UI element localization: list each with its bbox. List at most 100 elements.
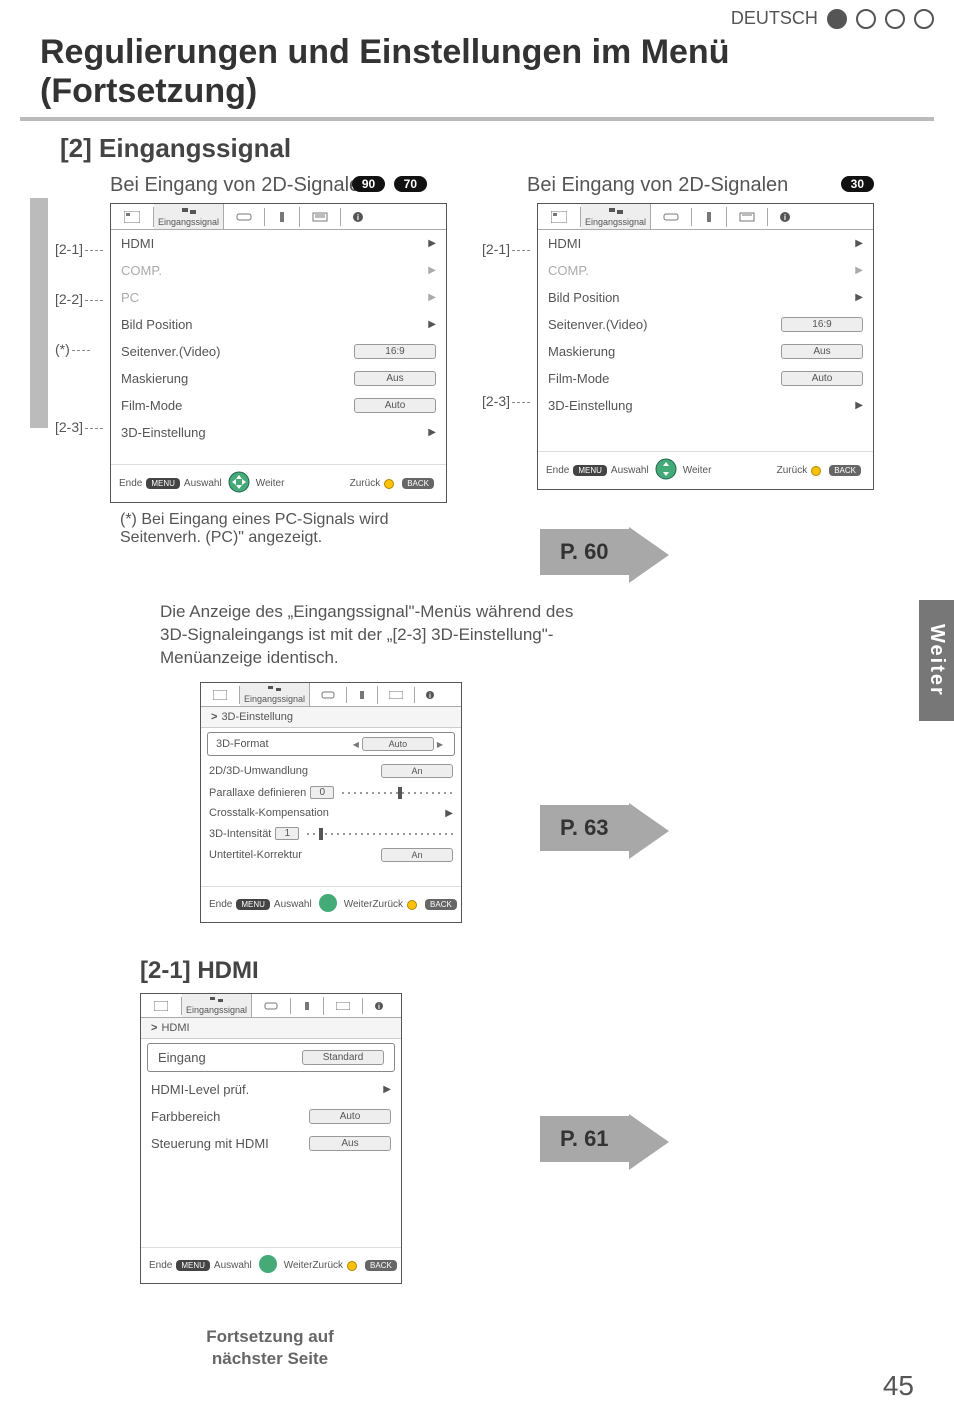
menu-row-hdmi-level[interactable]: HDMI-Level prüf.▶ [141, 1076, 401, 1103]
menu-button[interactable]: MENU [236, 899, 270, 910]
callout-2-2: [2-2] [55, 291, 103, 307]
menu-row-2d3d-umwandlung[interactable]: 2D/3D-UmwandlungAn [201, 760, 461, 782]
tab-install-icon[interactable] [310, 687, 347, 703]
menu-row-3d-format[interactable]: 3D-Format ◀Auto▶ [207, 732, 455, 756]
arrow-tip-icon [629, 803, 669, 859]
dpad-icon [318, 893, 338, 916]
menu-row-maskierung[interactable]: MaskierungAus [111, 365, 446, 392]
panel-tabs: Eingangssignal i [201, 683, 461, 707]
panel-footer: Ende MENU Auswahl Weiter Zurück BACK [538, 451, 873, 489]
panel-tabs: Eingangssignal i [141, 994, 401, 1018]
back-dot-icon [407, 900, 417, 910]
tab-input[interactable]: Eingangssignal [154, 204, 224, 229]
chevron-right-icon: ▶ [428, 319, 436, 330]
tab-function-icon[interactable] [727, 208, 768, 226]
back-button[interactable]: BACK [402, 478, 434, 489]
menu-button[interactable]: MENU [573, 465, 607, 476]
dot-3-icon [885, 9, 905, 29]
menu-row-bildposition[interactable]: Bild Position▶ [538, 284, 873, 311]
menu-row-crosstalk[interactable]: Crosstalk-Kompensation▶ [201, 803, 461, 823]
tab-info-icon[interactable]: i [415, 686, 445, 704]
menu-row-3d[interactable]: 3D-Einstellung▶ [538, 392, 873, 419]
chevron-right-icon: ▶ [428, 265, 436, 276]
tab-picture-icon[interactable] [111, 207, 154, 227]
tab-info-icon[interactable]: i [341, 207, 375, 227]
menu-button[interactable]: MENU [176, 1260, 210, 1271]
svg-text:i: i [357, 213, 359, 222]
tab-input[interactable]: Eingangssignal [581, 204, 651, 229]
menu-row-steuerung-hdmi[interactable]: Steuerung mit HDMIAus [141, 1130, 401, 1157]
tab-function-icon[interactable] [300, 208, 341, 226]
mid-note: Die Anzeige des „Eingangssignal"-Menüs w… [160, 601, 580, 670]
page-title: Regulierungen und Einstellungen im Menü … [0, 33, 954, 117]
menu-row-parallaxe[interactable]: Parallaxe definieren0 [201, 782, 461, 803]
input-icon [180, 206, 198, 216]
page-ref-label: P. 61 [540, 1116, 629, 1162]
menu-row-filmmode[interactable]: Film-ModeAuto [538, 365, 873, 392]
callout-2-1: [2-1] [55, 241, 103, 257]
menu-row-3d[interactable]: 3D-Einstellung▶ [111, 419, 446, 446]
callout-asterisk: (*) [55, 341, 90, 357]
vertical-bar-icon [30, 198, 48, 428]
dot-2-icon [856, 9, 876, 29]
side-tab-weiter[interactable]: Weiter [919, 600, 954, 721]
back-button[interactable]: BACK [425, 899, 457, 910]
slider-thumb-icon[interactable] [319, 828, 323, 840]
tab-install-icon[interactable] [651, 208, 692, 226]
menu-row-seitenver[interactable]: Seitenver.(Video)16:9 [111, 338, 446, 365]
page-ref-63[interactable]: P. 63 [540, 803, 954, 859]
chevron-right-icon: ▶ [428, 292, 436, 303]
tab-function-icon[interactable] [324, 998, 363, 1014]
menu-row-farbbereich[interactable]: FarbbereichAuto [141, 1103, 401, 1130]
menu-row-comp[interactable]: COMP.▶ [111, 257, 446, 284]
page-ref-label: P. 60 [540, 529, 629, 575]
tab-display-icon[interactable] [692, 207, 727, 227]
page-ref-61[interactable]: P. 61 [540, 1114, 954, 1170]
menu-row-untertitel[interactable]: Untertitel-KorrekturAn [201, 844, 461, 866]
tab-function-icon[interactable] [378, 687, 415, 703]
chevron-right-icon: ▶ [855, 400, 863, 411]
tab-display-icon[interactable] [347, 686, 378, 704]
input-icon [209, 996, 225, 1004]
tab-install-icon[interactable] [252, 998, 291, 1014]
menu-button[interactable]: MENU [146, 478, 180, 489]
value-pill: Auto [781, 371, 863, 386]
footer-end: Ende [119, 478, 142, 489]
menu-row-bildposition[interactable]: Bild Position▶ [111, 311, 446, 338]
menu-row-hdmi[interactable]: HDMI▶ [111, 230, 446, 257]
menu-row-maskierung[interactable]: MaskierungAus [538, 338, 873, 365]
slider[interactable] [342, 789, 453, 797]
dpad-icon [258, 1254, 278, 1277]
menu-row-3d-intensitaet[interactable]: 3D-Intensität1 [201, 823, 461, 844]
tab-picture-icon[interactable] [201, 686, 240, 704]
back-button[interactable]: BACK [365, 1260, 397, 1271]
value-pill: Aus [781, 344, 863, 359]
breadcrumb: >3D-Einstellung [201, 707, 461, 728]
tab-install-icon[interactable] [224, 208, 265, 226]
tab-info-icon[interactable]: i [768, 207, 802, 227]
language-label: DEUTSCH [731, 8, 818, 28]
tab-display-icon[interactable] [265, 207, 300, 227]
slider-thumb-icon[interactable] [398, 787, 402, 799]
menu-row-comp[interactable]: COMP.▶ [538, 257, 873, 284]
tab-input[interactable]: Eingangssignal [182, 994, 252, 1017]
dpad-icon [228, 471, 250, 496]
triangle-left-icon[interactable]: ◀ [353, 740, 359, 749]
page-ref-60[interactable]: P. 60 [540, 527, 954, 583]
triangle-right-icon[interactable]: ▶ [437, 740, 443, 749]
tab-info-icon[interactable]: i [363, 997, 395, 1015]
tab-picture-icon[interactable] [141, 997, 182, 1015]
back-button[interactable]: BACK [829, 465, 861, 476]
panel-footer: Ende MENU Auswahl Weiter Zurück BACK [111, 464, 446, 502]
menu-row-seitenver[interactable]: Seitenver.(Video)16:9 [538, 311, 873, 338]
slider[interactable] [307, 830, 453, 838]
tab-picture-icon[interactable] [538, 207, 581, 227]
menu-row-eingang[interactable]: EingangStandard [147, 1043, 395, 1072]
menu-row-filmmode[interactable]: Film-ModeAuto [111, 392, 446, 419]
tab-display-icon[interactable] [291, 997, 324, 1015]
menu-row-pc[interactable]: PC▶ [111, 284, 446, 311]
pc-signal-note: (*) Bei Eingang eines PC-Signals wird Se… [120, 511, 400, 547]
menu-row-hdmi[interactable]: HDMI▶ [538, 230, 873, 257]
tab-input[interactable]: Eingangssignal [240, 683, 310, 706]
panel-tabs: Eingangssignal i [538, 204, 873, 230]
